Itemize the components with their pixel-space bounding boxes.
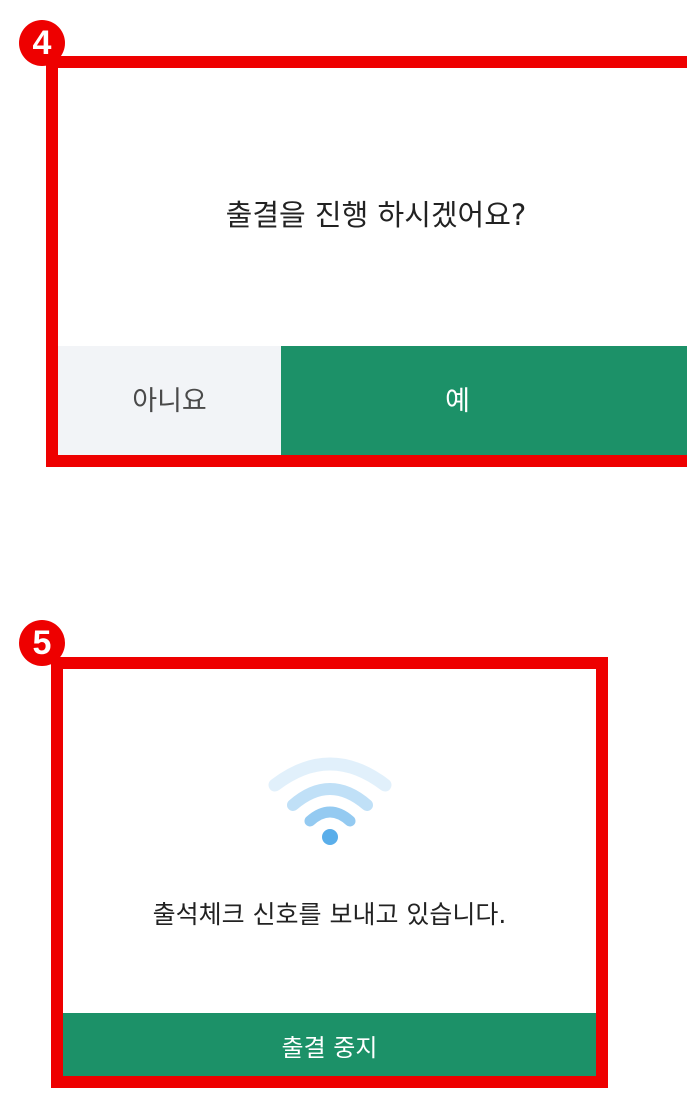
sending-dialog: 출석체크 신호를 보내고 있습니다. 출결 중지: [51, 657, 608, 1088]
tutorial-canvas: 4 출결을 진행 하시겠어요? 아니요 예 5 출석체크 신호를 보내고 있습니…: [0, 0, 687, 1105]
wifi-signal-icon: [63, 755, 596, 849]
yes-button[interactable]: 예: [281, 346, 687, 455]
sending-message: 출석체크 신호를 보내고 있습니다.: [152, 900, 507, 929]
no-button[interactable]: 아니요: [58, 346, 281, 455]
confirm-message: 출결을 진행 하시겠어요?: [225, 198, 527, 232]
stop-attendance-button[interactable]: 출결 중지: [63, 1013, 596, 1076]
confirm-dialog: 출결을 진행 하시겠어요? 아니요 예: [46, 56, 687, 467]
